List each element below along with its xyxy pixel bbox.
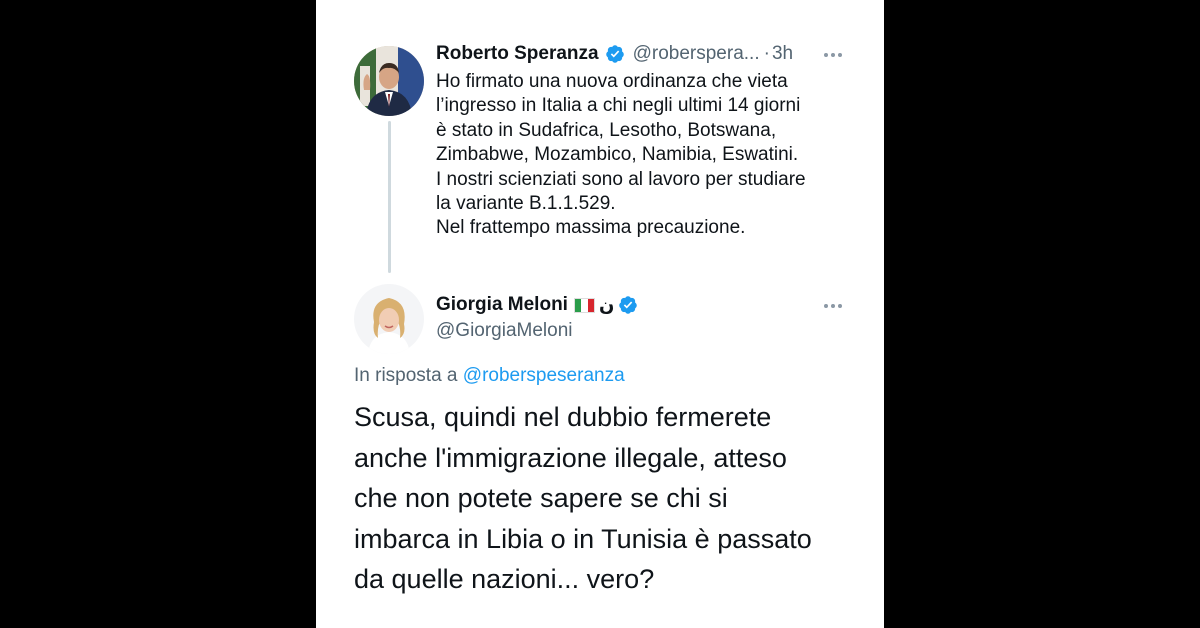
- verified-badge-icon: [605, 44, 625, 64]
- reply-mention-link[interactable]: @roberspeseranza: [463, 365, 625, 386]
- tweet-time[interactable]: 3h: [772, 43, 793, 65]
- tweet2-handle-row: @GiorgiaMeloni: [436, 320, 573, 342]
- tweet-text-line: la variante B.1.1.529.: [436, 193, 616, 215]
- speranza-avatar[interactable]: [354, 46, 424, 116]
- tweet-text-line: Nel frattempo massima precauzione.: [436, 217, 746, 239]
- author-name[interactable]: Giorgia Meloni: [436, 294, 568, 316]
- tweet-text-line: Ho firmato una nuova ordinanza che vieta: [436, 71, 788, 92]
- name-symbol: ن: [598, 294, 615, 316]
- reply-prefix: In risposta a: [354, 365, 458, 386]
- tweet2-header: Giorgia Meloni ن: [436, 294, 638, 316]
- verified-badge-icon: [618, 295, 638, 315]
- tweet2-body: Scusa, quindi nel dubbio fermerete anche…: [354, 397, 854, 600]
- tweet-text-line: imbarca in Libia o in Tunisia è passato: [354, 523, 812, 554]
- thread-connector-line: [388, 121, 391, 273]
- author-handle[interactable]: @GiorgiaMeloni: [436, 320, 573, 342]
- author-name[interactable]: Roberto Speranza: [436, 43, 599, 65]
- tweet-text-line: l’ingresso in Italia a chi negli ultimi …: [436, 95, 801, 117]
- tweet1-header: Roberto Speranza @roberspera... · 3h: [436, 43, 793, 65]
- italy-flag-icon: [573, 297, 595, 313]
- tweet1-body: Ho firmato una nuova ordinanza che vieta…: [436, 70, 856, 241]
- author-handle[interactable]: @roberspera...: [633, 43, 760, 65]
- separator-dot: ·: [763, 43, 770, 64]
- meloni-avatar[interactable]: [354, 284, 424, 354]
- reply-context: In risposta a @roberspeseranza: [354, 365, 625, 387]
- tweet-text-line: I nostri scienziati sono al lavoro per s…: [436, 168, 806, 190]
- more-options-icon[interactable]: [818, 300, 848, 312]
- tweet-text-line: è stato in Sudafrica, Lesotho, Botswana,: [436, 119, 777, 141]
- more-options-icon[interactable]: [818, 49, 848, 61]
- tweet-text-line: Zimbabwe, Mozambico, Namibia, Eswatini.: [436, 144, 799, 166]
- tweet-text-line: da quelle nazioni... vero?: [354, 564, 655, 594]
- tweet-text-line: Scusa, quindi nel dubbio fermerete: [354, 402, 772, 432]
- tweet-text-line: che non potete sapere se chi si: [354, 483, 728, 513]
- tweet-text-line: anche l'immigrazione illegale, atteso: [354, 442, 787, 473]
